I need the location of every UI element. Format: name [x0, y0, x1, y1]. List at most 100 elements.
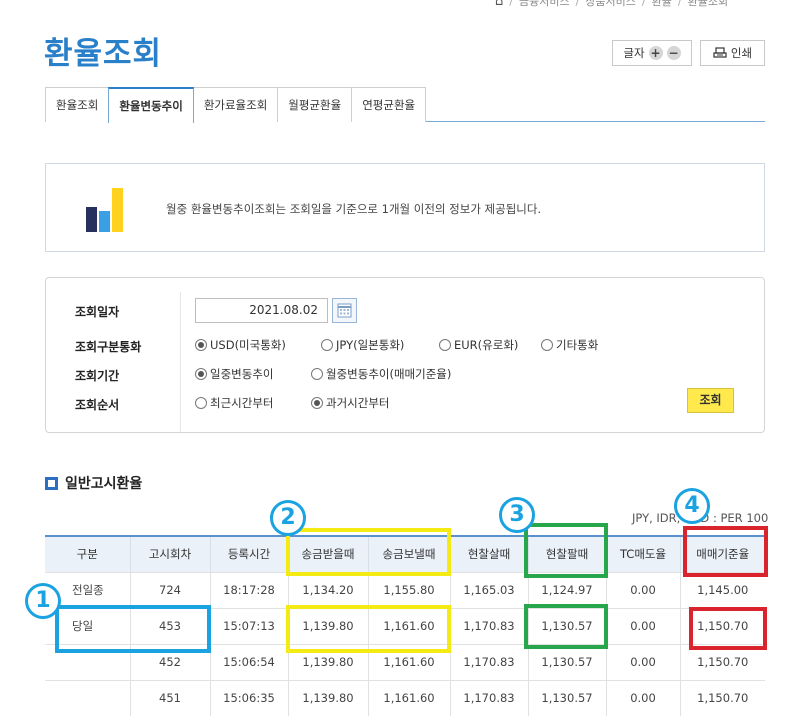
table-cell: 15:06:54 — [209, 643, 288, 680]
radio-other-currency[interactable]: 기타통화 — [541, 337, 598, 353]
radio-usd[interactable]: USD(미국통화) — [195, 337, 311, 353]
highlight-cash-sell-header — [524, 523, 608, 578]
radio-oldest-first[interactable]: 과거시간부터 — [311, 395, 389, 411]
table-cell: 1,150.70 — [679, 679, 765, 716]
radio-button[interactable] — [311, 397, 323, 409]
currency-radio-group: USD(미국통화) JPY(일본통화) EUR(유로화) 기타통화 — [195, 337, 608, 353]
radio-label: EUR(유로화) — [454, 338, 519, 352]
tab-exchange-rate[interactable]: 환율조회 — [45, 87, 110, 122]
home-icon[interactable]: ⌂ — [495, 0, 503, 9]
table-cell: 1,145.00 — [679, 571, 765, 608]
currency-label: 조회구분통화 — [75, 340, 142, 354]
font-size-label: 글자 — [623, 46, 645, 60]
table-cell: 0.00 — [605, 607, 680, 644]
square-bullet-icon — [45, 476, 58, 490]
table-cell: 1,130.57 — [527, 679, 606, 716]
search-button[interactable]: 조회 — [687, 388, 734, 413]
calendar-icon[interactable] — [332, 298, 357, 323]
radio-eur[interactable]: EUR(유로화) — [439, 337, 531, 353]
date-input[interactable]: 2021.08.02 — [195, 298, 328, 323]
table-cell: 0.00 — [605, 643, 680, 680]
table-cell: 1,155.80 — [367, 571, 450, 608]
table-cell: 1,165.03 — [449, 571, 528, 608]
breadcrumb-item[interactable]: 상품서비스 — [585, 0, 636, 9]
font-decrease-button[interactable]: − — [666, 46, 681, 60]
radio-label: 최근시간부터 — [210, 396, 274, 410]
font-size-control: 글자 + − — [612, 40, 692, 66]
highlight-base-rate-value — [689, 607, 767, 650]
tab-monthly-average[interactable]: 월평균환율 — [277, 87, 353, 122]
radio-button[interactable] — [541, 339, 553, 351]
table-cell: 1,139.80 — [287, 679, 368, 716]
highlight-base-rate-header — [683, 526, 768, 577]
breadcrumb-separator: / — [509, 0, 513, 8]
breadcrumb-separator: / — [677, 0, 682, 8]
order-label: 조회순서 — [75, 398, 120, 412]
info-text: 월중 환율변동추이조회는 조회일을 기준으로 1개월 이전의 정보가 제공됩니다… — [166, 202, 542, 216]
printer-icon — [713, 47, 727, 58]
annotation-badge-3: 3 — [499, 497, 535, 533]
order-radio-group: 최근시간부터 과거시간부터 — [195, 395, 399, 411]
tab-rate-trend[interactable]: 환율변동추이 — [108, 87, 194, 123]
column-header: 고시회차 — [129, 535, 210, 572]
page-title: 환율조회 — [44, 36, 163, 72]
breadcrumb-separator: / — [641, 0, 646, 8]
table-cell: 1,170.83 — [449, 679, 528, 716]
print-label: 인쇄 — [730, 46, 753, 60]
tab-exchange-commission[interactable]: 환가료율조회 — [192, 87, 279, 122]
period-label: 조회기간 — [75, 369, 120, 383]
radio-button[interactable] — [321, 339, 333, 351]
annotation-badge-4: 4 — [674, 488, 710, 524]
font-increase-button[interactable]: + — [648, 46, 663, 60]
column-header: TC매도율 — [605, 535, 680, 572]
highlight-today-row — [55, 605, 211, 653]
radio-label: 기타통화 — [556, 338, 599, 352]
date-label: 조회일자 — [75, 305, 120, 319]
radio-label: 과거시간부터 — [326, 396, 390, 410]
section-title: 일반고시환율 — [45, 473, 142, 493]
radio-jpy[interactable]: JPY(일본통화) — [321, 337, 429, 353]
highlight-cash-sell-value — [524, 604, 608, 649]
tab-yearly-average[interactable]: 연평균환율 — [351, 87, 427, 122]
column-header: 구분 — [45, 535, 130, 572]
radio-button[interactable] — [195, 397, 207, 409]
radio-button[interactable] — [195, 339, 207, 351]
bar-chart-icon — [86, 188, 123, 232]
table-cell: 1,161.60 — [367, 679, 450, 716]
column-header: 현찰살때 — [449, 535, 528, 572]
breadcrumb-item-current: 환율조회 — [687, 0, 729, 8]
table-row: 451 15:06:35 1,139.80 1,161.60 1,170.83 … — [45, 679, 765, 716]
radio-label: USD(미국통화) — [210, 338, 286, 352]
radio-label: JPY(일본통화) — [336, 338, 405, 352]
radio-label: 일중변동추이 — [210, 367, 274, 381]
radio-daily-trend[interactable]: 일중변동추이 — [195, 366, 301, 382]
annotation-badge-1: 1 — [25, 583, 61, 619]
radio-button[interactable] — [311, 368, 323, 380]
highlight-remittance-values — [286, 605, 451, 653]
breadcrumb-separator: / — [575, 0, 580, 8]
table-cell: 0.00 — [605, 679, 680, 716]
search-form: 조회일자 2021.08.02 조회구분통화 USD(미국통화) JPY(일본통… — [45, 277, 765, 433]
print-button[interactable]: 인쇄 — [700, 40, 765, 66]
breadcrumb: ⌂ / 금융서비스 / 상품서비스 / 환율 / 환율조회 — [495, 0, 765, 9]
radio-recent-first[interactable]: 최근시간부터 — [195, 395, 301, 411]
form-divider — [180, 292, 181, 432]
radio-monthly-trend[interactable]: 월중변동추이(매매기준율) — [311, 366, 451, 382]
table-cell — [45, 679, 130, 716]
table-cell: 15:06:35 — [209, 679, 288, 716]
radio-label: 월중변동추이(매매기준율) — [326, 367, 452, 381]
annotation-badge-2: 2 — [270, 500, 306, 536]
highlight-remittance-headers — [286, 528, 451, 576]
breadcrumb-item[interactable]: 환율 — [652, 0, 672, 9]
table-cell: 1,170.83 — [449, 643, 528, 680]
radio-button[interactable] — [195, 368, 207, 380]
table-cell: 1,134.20 — [287, 571, 368, 608]
breadcrumb-item[interactable]: 금융서비스 — [519, 0, 570, 9]
table-cell: 1,170.83 — [449, 607, 528, 644]
table-cell: 0.00 — [605, 571, 680, 608]
table-cell: 15:07:13 — [209, 607, 288, 644]
tab-bar: 환율조회 환율변동추이 환가료율조회 월평균환율 연평균환율 — [45, 87, 765, 123]
radio-button[interactable] — [439, 339, 451, 351]
table-cell: 451 — [129, 679, 210, 716]
table-cell: 724 — [129, 571, 210, 608]
